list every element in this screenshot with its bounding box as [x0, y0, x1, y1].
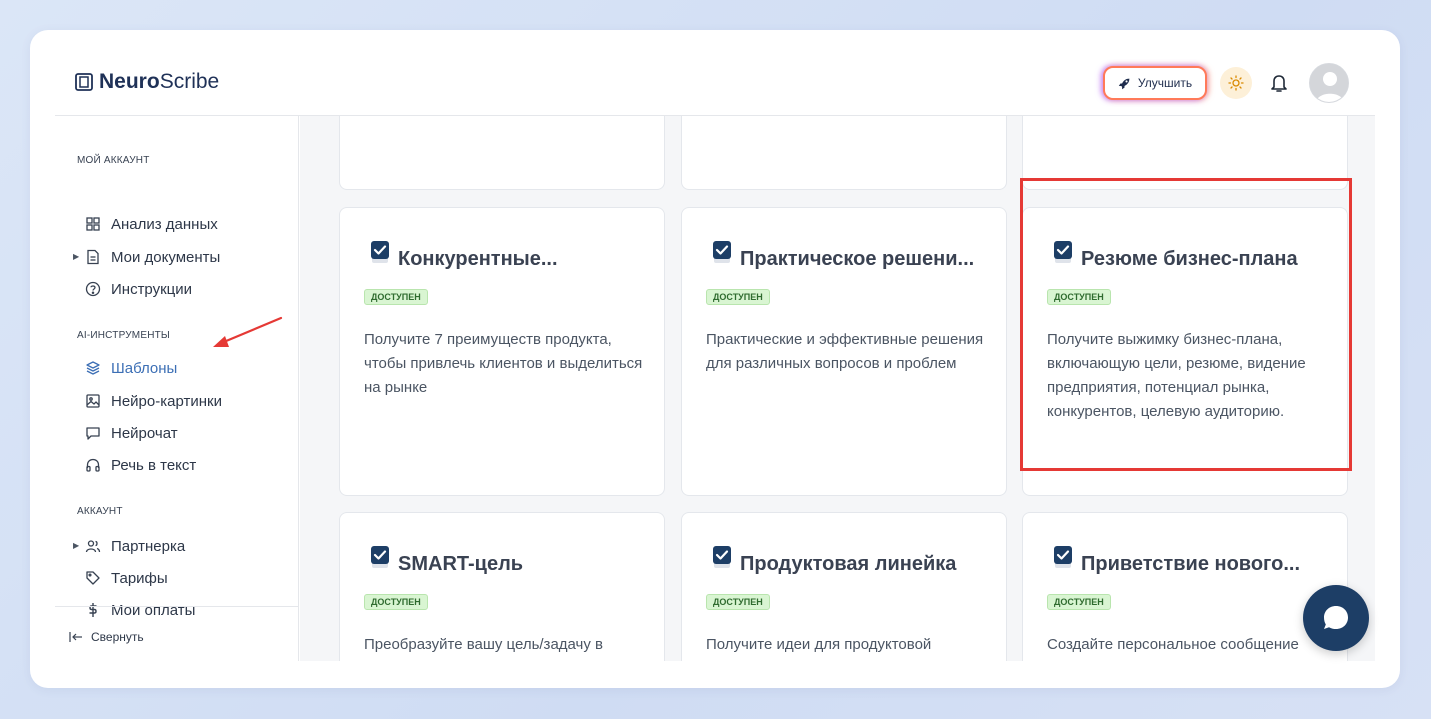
card-title: Практическое решени... — [740, 248, 975, 270]
sidebar-item-neurochat[interactable]: Нейрочат — [77, 421, 178, 445]
template-card-competitive[interactable]: Конкурентные... ДОСТУПЕН Получите 7 преи… — [339, 207, 665, 496]
sidebar-item-speech-to-text[interactable]: Речь в текст — [77, 453, 196, 477]
section-label-ai-tools: AI-ИНСТРУМЕНТЫ — [77, 330, 170, 341]
card-title: Приветствие нового... — [1081, 553, 1300, 575]
sidebar-item-my-documents[interactable]: ▶ Мои документы — [73, 245, 221, 269]
sidebar-item-neuro-images[interactable]: Нейро-картинки — [77, 389, 222, 413]
collapse-label: Свернуть — [91, 630, 144, 644]
sidebar-item-templates[interactable]: Шаблоны — [77, 356, 177, 380]
bell-icon — [1271, 75, 1287, 92]
card-title: Резюме бизнес-плана — [1081, 248, 1298, 270]
card-description: Преобразуйте вашу цель/задачу в SMART-це… — [364, 636, 603, 661]
image-icon — [86, 394, 100, 408]
sidebar-item-label: Партнерка — [111, 537, 186, 555]
template-card-partial[interactable] — [681, 116, 1007, 190]
template-card-smart-goal[interactable]: SMART-цель ДОСТУПЕН Преобразуйте вашу це… — [339, 512, 665, 661]
sidebar-item-label: Нейро-картинки — [111, 392, 222, 410]
document-icon — [87, 249, 99, 265]
chat-bubble-icon — [1324, 606, 1348, 629]
layers-icon — [86, 361, 100, 375]
template-card-new-employee-greeting[interactable]: Приветствие нового... ДОСТУПЕН Создайте … — [1022, 512, 1348, 661]
sidebar-item-instructions[interactable]: Инструкции — [77, 277, 192, 301]
card-description: Получите 7 преимуществ продукта, чтобы п… — [364, 331, 643, 396]
card-description: Получите идеи для продуктовой линейки, т… — [706, 636, 984, 661]
sun-icon — [1228, 75, 1244, 91]
help-circle-icon — [85, 281, 101, 297]
template-card-business-plan-summary[interactable]: Резюме бизнес-плана ДОСТУПЕН Получите вы… — [1022, 207, 1348, 496]
card-description: Создайте персональное сообщение для ново… — [1047, 636, 1299, 661]
upgrade-button[interactable]: Улучшить — [1103, 66, 1207, 100]
checkbox-document-icon — [1054, 546, 1072, 568]
brand-name-bold: Neuro — [99, 70, 160, 93]
notifications-button[interactable] — [1267, 71, 1291, 95]
top-header: Neuro Scribe Улучшить — [30, 30, 1400, 116]
sidebar-item-label: Нейрочат — [111, 424, 178, 442]
grid-icon — [86, 217, 100, 231]
status-badge: ДОСТУПЕН — [1047, 289, 1111, 305]
upgrade-label: Улучшить — [1137, 76, 1193, 90]
card-description: Практические и эффективные решения для р… — [706, 331, 984, 372]
chat-icon — [86, 427, 100, 440]
status-badge: ДОСТУПЕН — [1047, 594, 1111, 610]
card-title: SMART-цель — [398, 553, 524, 575]
user-avatar[interactable] — [1309, 63, 1349, 103]
brand-logo[interactable]: Neuro Scribe — [75, 70, 219, 94]
sidebar-item-label: Анализ данных — [111, 215, 218, 233]
sidebar-item-label: Мои документы — [111, 248, 221, 266]
annotation-arrow-icon — [213, 316, 283, 347]
card-title: Продуктовая линейка — [740, 553, 957, 575]
dollar-icon — [89, 603, 97, 617]
sidebar-item-data-analysis[interactable]: Анализ данных — [77, 212, 218, 236]
checkbox-document-icon — [713, 241, 731, 263]
sidebar-item-partner[interactable]: ▶ Партнерка — [73, 534, 186, 558]
support-chat-button[interactable] — [1303, 585, 1369, 651]
rocket-icon — [1118, 78, 1130, 89]
sidebar-item-label: Шаблоны — [111, 359, 178, 377]
section-label-account: АККАУНТ — [77, 506, 123, 517]
status-badge: ДОСТУПЕН — [364, 289, 428, 305]
sidebar-item-label: Мои оплаты — [111, 601, 196, 619]
sidebar-item-tariffs[interactable]: Тарифы — [77, 566, 168, 590]
card-title: Конкурентные... — [398, 248, 558, 270]
users-icon — [85, 540, 101, 553]
sidebar-item-payments[interactable]: Мои оплаты — [77, 598, 195, 622]
sidebar-divider — [55, 606, 299, 607]
sidebar-item-label: Речь в текст — [111, 456, 197, 474]
sidebar: МОЙ АККАУНТ Анализ данных ▶ Мои документ… — [55, 116, 299, 661]
tag-icon — [86, 571, 100, 585]
checkbox-document-icon — [713, 546, 731, 568]
templates-grid: Конкурентные... ДОСТУПЕН Получите 7 преи… — [300, 116, 1375, 661]
template-card-partial[interactable] — [1022, 116, 1348, 190]
caret-right-icon[interactable]: ▶ — [73, 252, 79, 261]
card-description: Получите выжимку бизнес-плана, включающу… — [1047, 331, 1306, 420]
collapse-icon — [69, 632, 82, 642]
brand-name-light: Scribe — [159, 70, 220, 93]
template-card-partial[interactable] — [339, 116, 665, 190]
status-badge: ДОСТУПЕН — [706, 594, 770, 610]
checkbox-document-icon — [371, 241, 389, 263]
template-card-practical-solution[interactable]: Практическое решени... ДОСТУПЕН Практиче… — [681, 207, 1007, 496]
status-badge: ДОСТУПЕН — [706, 289, 770, 305]
theme-toggle-button[interactable] — [1220, 67, 1252, 99]
template-card-product-line[interactable]: Продуктовая линейка ДОСТУПЕН Получите ид… — [681, 512, 1007, 661]
section-label-my-account: МОЙ АККАУНТ — [77, 155, 150, 166]
sidebar-item-label: Инструкции — [111, 280, 193, 298]
user-avatar-icon — [1310, 64, 1348, 102]
collapse-sidebar-button[interactable]: Свернуть — [69, 630, 144, 644]
headphones-icon — [86, 458, 100, 472]
checkbox-document-icon — [371, 546, 389, 568]
caret-right-icon[interactable]: ▶ — [73, 541, 79, 550]
status-badge: ДОСТУПЕН — [364, 594, 428, 610]
app-window: Neuro Scribe Улучшить МОЙ АККАУНТ Анализ… — [30, 30, 1400, 688]
sidebar-item-label: Тарифы — [111, 569, 168, 587]
logo-icon — [75, 73, 93, 91]
checkbox-document-icon — [1054, 241, 1072, 263]
